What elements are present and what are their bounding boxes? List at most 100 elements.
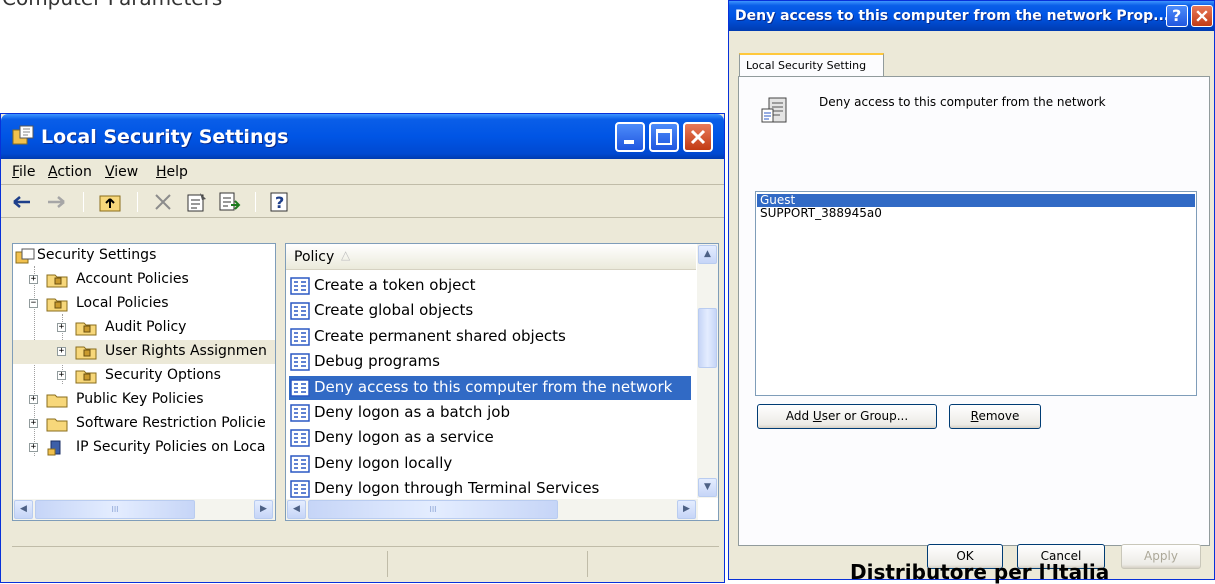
expand-toggle[interactable]: + [29,419,38,428]
collapse-toggle[interactable]: − [29,299,38,308]
scroll-right-button[interactable]: ▶ [677,500,696,519]
policy-icon [290,455,310,473]
tab-local-security-setting[interactable]: Local Security Setting [739,53,884,77]
policy-name: Deny logon through Terminal Services [314,479,600,498]
policy-description: Deny access to this computer from the ne… [819,95,1106,109]
scroll-down-button[interactable]: ▼ [698,478,717,497]
question-mark-icon: ? [1172,6,1182,25]
maximize-icon [656,129,672,145]
policy-icon [290,353,310,371]
folder-icon [46,394,68,408]
policy-name: Deny logon as a batch job [314,403,510,421]
main-titlebar[interactable]: Local Security Settings [1,114,724,159]
policy-icon [290,404,310,422]
expand-toggle[interactable]: + [57,323,66,332]
tree-pane: Security Settings + Account Policies − L… [12,243,276,521]
user-list[interactable]: Guest SUPPORT_388945a0 [755,191,1197,396]
scroll-left-button[interactable]: ◀ [287,500,306,519]
user-item[interactable]: SUPPORT_388945a0 [757,207,1195,220]
scroll-up-button[interactable]: ▲ [698,245,717,264]
policy-name: Create global objects [314,301,474,320]
policy-name: Debug programs [314,352,440,371]
policy-list-pane: Policy △ Create a token object Create glo… [285,243,719,521]
toolbar-separator [83,192,84,212]
expand-toggle[interactable]: + [57,347,66,356]
close-icon [690,129,706,145]
list-vertical-scrollbar[interactable]: ▲ ▼ [697,244,718,498]
policy-name: Create a token object [314,276,476,294]
security-settings-icon [15,248,35,264]
properties-icon[interactable] [185,190,209,214]
policy-folder-icon [46,274,68,288]
status-bar [12,546,719,577]
background-bottom-text: Distributore per l'Italia [850,560,1110,584]
export-list-icon[interactable] [217,190,241,214]
expand-toggle[interactable]: + [57,371,66,380]
scroll-right-button[interactable]: ▶ [254,500,273,519]
maximize-button[interactable] [649,122,679,152]
policy-name: Create permanent shared objects [314,326,566,345]
tree-horizontal-scrollbar[interactable]: ◀ III ▶ [13,499,275,520]
dialog-help-button[interactable]: ? [1166,5,1188,27]
policy-folder-icon [46,298,68,312]
list-horizontal-scrollbar[interactable]: ◀ III ▶ [286,499,698,520]
policy-icon [761,97,787,123]
help-icon[interactable]: ? [268,190,292,214]
policy-column-header[interactable]: Policy △ [286,244,696,270]
toolbar: ? [1,186,724,218]
policy-icon [290,378,310,397]
dialog-titlebar[interactable]: Deny access to this computer from the ne… [729,1,1214,31]
security-settings-icon [12,125,34,145]
folder-icon [46,418,68,432]
up-folder-icon[interactable] [98,190,122,214]
dialog-close-button[interactable] [1191,5,1213,27]
list-vscroll-thumb[interactable] [698,308,717,368]
status-cell [587,551,588,577]
toolbar-separator [137,192,138,212]
add-user-or-group-button[interactable]: Add User or Group... [757,404,937,429]
policy-row[interactable]: Deny access to this computer from the ne… [289,375,691,400]
expand-toggle[interactable]: + [29,395,38,404]
tree-hscroll-thumb[interactable]: III [35,500,195,519]
background-top-text: Computer Parameters [2,0,222,10]
main-window-title: Local Security Settings [41,126,289,148]
network-policy-icon [47,440,61,456]
status-cell [387,551,388,577]
policy-icon [290,480,310,498]
policy-folder-icon [75,322,97,336]
sort-ascending-icon: △ [341,248,351,262]
dialog-title: Deny access to this computer from the ne… [735,8,1170,24]
policy-folder-icon [75,346,97,360]
close-button[interactable] [683,122,713,152]
list-hscroll-thumb[interactable]: III [308,500,558,519]
minimize-icon [624,140,634,144]
policy-icon [290,302,310,321]
remove-button[interactable]: Remove [949,404,1041,429]
forward-arrow-icon[interactable] [44,190,68,214]
menu-bar: File Action View Help [1,159,724,185]
delete-icon[interactable] [151,190,175,214]
expand-toggle[interactable]: + [29,275,38,284]
properties-dialog: Deny access to this computer from the ne… [728,0,1215,580]
policy-name: Deny logon as a service [314,428,494,447]
apply-button[interactable]: Apply [1121,544,1201,569]
back-arrow-icon[interactable] [10,190,34,214]
minimize-button[interactable] [615,122,645,152]
menu-help[interactable]: Help [156,164,188,180]
policy-folder-icon [75,370,97,384]
policy-name: Deny access to this computer from the ne… [314,377,673,396]
menu-action[interactable]: Action [48,164,92,180]
expand-toggle[interactable]: + [29,443,38,452]
toolbar-separator [255,192,256,212]
policy-icon [290,429,310,448]
tree-item-user-rights-assignment[interactable]: + User Rights Assignmen [13,340,275,364]
policy-name: Deny logon locally [314,453,453,472]
menu-view[interactable]: View [105,164,138,180]
menu-file[interactable]: File [12,164,35,180]
close-icon [1196,10,1208,22]
policy-icon [290,328,310,346]
policy-icon [290,277,310,295]
local-security-settings-window: Local Security Settings File Action View… [0,113,725,583]
scroll-left-button[interactable]: ◀ [14,500,33,519]
svg-text:?: ? [275,193,284,212]
